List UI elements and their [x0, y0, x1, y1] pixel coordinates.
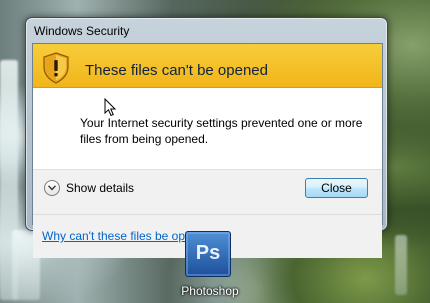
dialog-body: These files can't be opened Your Interne…	[32, 43, 383, 258]
warning-shield-icon	[43, 52, 69, 84]
photoshop-icon-glyph: Ps	[195, 242, 221, 264]
show-details-label[interactable]: Show details	[66, 181, 134, 195]
action-bar: Show details Close	[33, 169, 382, 214]
close-button[interactable]: Close	[305, 178, 368, 198]
windows-security-dialog: Windows Security These files can't be op…	[25, 17, 388, 258]
security-message: Your Internet security settings prevente…	[80, 116, 363, 146]
mouse-cursor-icon	[104, 98, 116, 117]
window-title: Windows Security	[34, 24, 130, 38]
title-bar[interactable]: Windows Security	[26, 18, 387, 43]
dialog-heading: These files can't be opened	[85, 62, 268, 79]
chevron-down-icon	[48, 185, 56, 191]
wallpaper-waterfall	[395, 235, 407, 295]
desktop-icon-label[interactable]: Photoshop	[165, 284, 255, 298]
photoshop-desktop-icon[interactable]: Ps	[185, 231, 231, 277]
show-details-toggle[interactable]	[44, 180, 60, 196]
warning-header: These files can't be opened	[33, 44, 382, 88]
